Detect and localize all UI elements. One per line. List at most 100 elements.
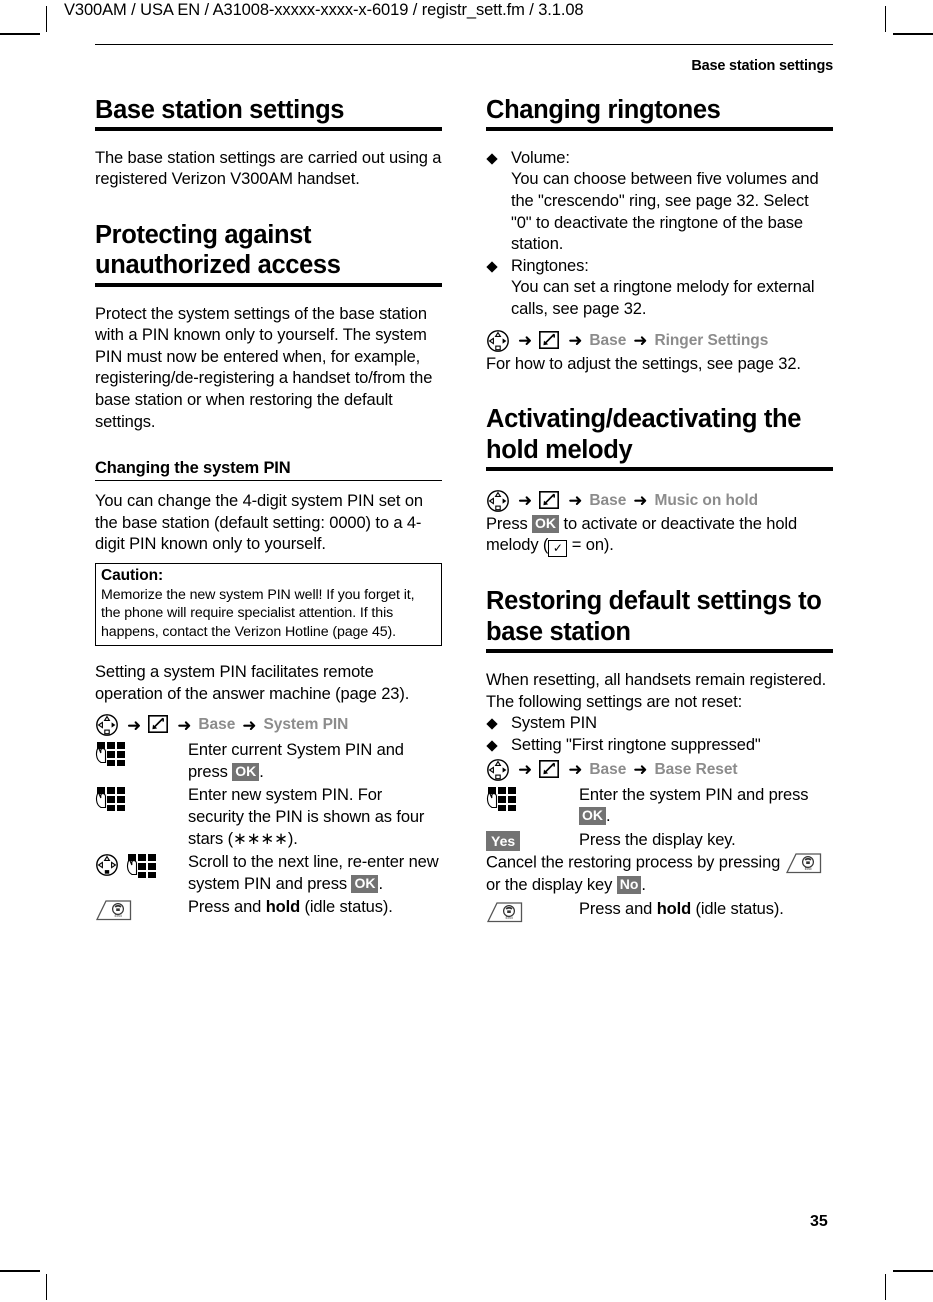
diamond-bullet-icon — [486, 153, 498, 165]
menu-item-base[interactable]: Base — [589, 492, 626, 510]
cancel-text-after: . — [641, 876, 646, 895]
svg-text:End: End — [505, 915, 512, 920]
end-call-key-icon: End — [785, 851, 823, 875]
step-row: Enter the system PIN and press OK. — [486, 785, 833, 828]
step-icon-cell: End — [95, 897, 188, 922]
menu-path-ringer-settings[interactable]: ➜ ➜ Base ➜ Ringer Settings — [486, 328, 833, 354]
keypad-digit-keys-icon — [126, 853, 159, 879]
diamond-bullet-icon — [486, 261, 498, 273]
step-text: Enter the system PIN and press OK. — [579, 785, 833, 828]
bullet-label: Ringtones: — [511, 256, 589, 275]
step-text-after: . — [378, 874, 383, 893]
reset-bullet-list: System PIN Setting "First ringtone suppr… — [486, 713, 833, 756]
svg-text:End: End — [804, 866, 811, 871]
caution-title: Caution: — [101, 566, 164, 584]
control-key-icon — [486, 489, 511, 513]
end-call-key-icon: End — [486, 900, 524, 924]
crop-mark-top-right-vertical — [885, 6, 886, 32]
ok-key-badge[interactable]: OK — [579, 807, 606, 826]
keypad-digit-keys-icon — [95, 786, 128, 812]
control-key-icon — [486, 758, 511, 782]
heading-changing-ringtones: Changing ringtones — [486, 96, 833, 131]
changing-pin-body: You can change the 4-digit system PIN se… — [95, 492, 423, 554]
settings-display-key-icon — [539, 490, 561, 511]
crop-mark-bottom-right-vertical — [885, 1274, 886, 1300]
crop-mark-bottom-left-vertical — [46, 1274, 47, 1300]
step-text-bold: hold — [656, 899, 692, 918]
settings-display-key-icon — [148, 715, 170, 735]
heading-changing-system-pin: Changing the system PIN — [95, 459, 442, 482]
arrow-icon: ➜ — [518, 491, 533, 511]
step-row: Enter current System PIN and press OK. — [95, 740, 442, 783]
step-text-before: Press and — [188, 898, 266, 917]
menu-item-ringer-settings[interactable]: Ringer Settings — [654, 332, 768, 350]
bullet-label: System PIN — [511, 714, 597, 733]
left-column: Base station settings The base station s… — [95, 96, 442, 922]
hold-text-after: = on). — [567, 536, 614, 555]
svg-text:End: End — [114, 913, 121, 918]
arrow-icon: ➜ — [518, 760, 533, 779]
menu-item-music-on-hold[interactable]: Music on hold — [654, 492, 758, 510]
step-icon-cell: End — [486, 899, 579, 924]
crop-mark-top-left-horizontal — [0, 33, 40, 35]
arrow-icon: ➜ — [568, 331, 583, 351]
bullet-label: Volume: — [511, 148, 570, 167]
step-text: Press the display key. — [579, 830, 736, 849]
end-call-key-icon: End — [95, 898, 133, 922]
crop-mark-bottom-left-horizontal — [0, 1270, 40, 1272]
page-number: 35 — [810, 1213, 828, 1230]
settings-display-key-icon — [539, 330, 561, 351]
cancel-restore-paragraph: Cancel the restoring process by pressing… — [486, 851, 833, 897]
keypad-digit-keys-icon — [95, 741, 128, 767]
step-text: Enter current System PIN and press OK. — [188, 740, 442, 783]
control-key-icon — [486, 329, 511, 353]
ringtones-bullet-list-2: Ringtones: — [486, 256, 833, 278]
step-icon-cell — [486, 785, 579, 812]
settings-display-key-icon — [539, 759, 561, 780]
step-row: End Press and hold (idle status). — [95, 897, 442, 922]
diamond-bullet-icon — [486, 718, 498, 730]
ok-key-badge[interactable]: OK — [351, 874, 379, 893]
caution-box: Caution: Memorize the new system PIN wel… — [95, 562, 442, 647]
heading-hold-melody: Activating/deactivating the hold melody — [486, 404, 833, 471]
crop-mark-bottom-right-horizontal — [893, 1270, 933, 1272]
no-display-key-badge[interactable]: No — [616, 876, 642, 895]
ok-key-badge[interactable]: OK — [232, 762, 260, 781]
menu-item-base[interactable]: Base — [589, 332, 626, 350]
checkmark-box-icon: ✓ — [548, 540, 568, 558]
menu-path-music-on-hold[interactable]: ➜ ➜ Base ➜ Music on hold — [486, 488, 833, 514]
step-text-after: (idle status). — [691, 899, 784, 918]
volume-description: You can choose between five volumes and … — [511, 170, 819, 254]
menu-path-system-pin[interactable]: ➜ ➜ Base ➜ System PIN — [95, 712, 442, 738]
cancel-text-middle: or the display key — [486, 876, 617, 895]
page-title: Base station settings — [95, 96, 442, 131]
arrow-icon: ➜ — [568, 491, 583, 511]
yes-display-key-badge[interactable]: Yes — [486, 830, 521, 851]
step-text: Press and hold (idle status). — [579, 899, 833, 921]
crop-mark-top-left-vertical — [46, 6, 47, 32]
list-item: Ringtones: — [486, 256, 833, 278]
step-text-after: . — [259, 762, 264, 781]
ringtones-bullet-list: Volume: — [486, 148, 833, 170]
step-text-before: Scroll to the next line, re-enter new sy… — [188, 853, 439, 893]
arrow-icon: ➜ — [633, 331, 648, 351]
hold-melody-instruction: Press OK to activate or deactivate the h… — [486, 514, 833, 558]
list-item: System PIN — [486, 713, 833, 735]
step-text: Press and hold (idle status). — [188, 897, 442, 919]
menu-item-system-pin[interactable]: System PIN — [263, 716, 348, 734]
menu-item-base-reset[interactable]: Base Reset — [654, 761, 737, 779]
step-row: End Press and hold (idle status). — [486, 899, 833, 924]
control-key-icon — [95, 713, 120, 737]
menu-path-base-reset[interactable]: ➜ ➜ Base ➜ Base Reset — [486, 757, 833, 783]
hold-text-before: Press — [486, 514, 533, 533]
arrow-icon: ➜ — [127, 715, 142, 735]
intro-paragraph: The base station settings are carried ou… — [95, 148, 442, 189]
menu-item-base[interactable]: Base — [589, 761, 626, 779]
menu-item-base[interactable]: Base — [198, 716, 235, 734]
header-rule — [95, 44, 833, 45]
ok-key-badge[interactable]: OK — [532, 514, 560, 533]
heading-protecting-unauthorized-access: Protecting against unauthorized access — [95, 220, 442, 287]
step-text-after: (idle status). — [300, 898, 393, 917]
crop-mark-top-right-horizontal — [893, 33, 933, 35]
control-key-icon — [95, 853, 120, 877]
